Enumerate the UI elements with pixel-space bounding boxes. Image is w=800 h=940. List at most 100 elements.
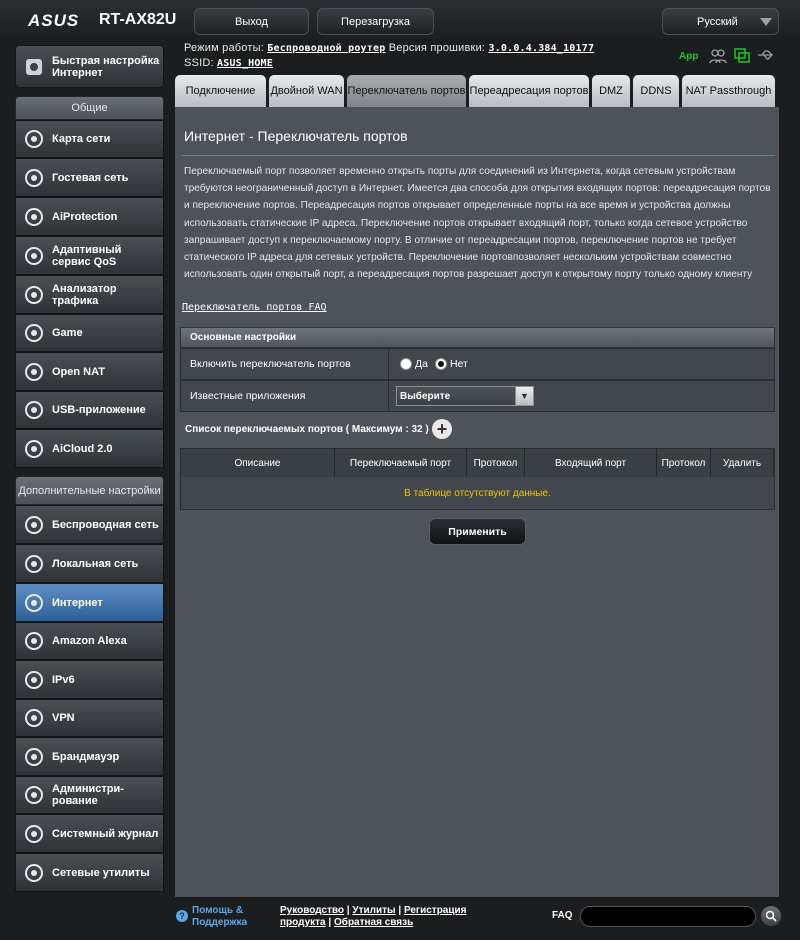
page-title: Интернет - Переключатель портов (184, 128, 408, 144)
manual-link[interactable]: Руководство (280, 905, 344, 916)
known-apps-value: Выберите (400, 390, 451, 402)
sidebar-item-vpn[interactable]: VPN (15, 699, 164, 737)
add-rule-button[interactable]: + (432, 419, 452, 439)
sidebar-item-label: Системный журнал (52, 827, 159, 840)
tab-0[interactable]: Подключение (175, 75, 266, 107)
column-header: Описание (181, 449, 335, 477)
search-button[interactable] (761, 906, 781, 926)
sidebar-item-label: VPN (52, 712, 75, 724)
firewall-icon (21, 744, 47, 770)
sidebar-item-traffic-analyzer[interactable]: Анализатор трафика (15, 275, 164, 314)
op-mode-label: Режим работы: (184, 42, 264, 54)
sidebar-item-ipv6[interactable]: IPv6 (15, 660, 164, 699)
usb-icon (21, 397, 47, 423)
quick-setup-button[interactable]: Быстрая настройка Интернет (15, 45, 164, 88)
sidebar-item-lan[interactable]: Локальная сеть (15, 544, 164, 583)
sidebar-item-wireless[interactable]: Беспроводная сеть (15, 505, 164, 544)
radio-no-label: Нет (449, 358, 468, 370)
sidebar-item-cloud[interactable]: AiCloud 2.0 (15, 429, 164, 468)
logout-button[interactable]: Выход (194, 8, 309, 35)
usb-status-icon[interactable] (757, 49, 775, 61)
basic-settings-header: Основные настройки (180, 327, 775, 348)
lan-icon (21, 551, 47, 577)
quick-setup-icon (21, 54, 47, 80)
reboot-button[interactable]: Перезагрузка (317, 8, 434, 35)
sidebar-item-qos[interactable]: Адаптивный сервис QoS (15, 236, 164, 275)
aiprotection-icon (21, 204, 47, 230)
apply-button[interactable]: Применить (429, 518, 526, 545)
page-description: Переключаемый порт позволяет временно от… (184, 166, 771, 281)
language-value: Русский (697, 15, 738, 28)
ssid-line: SSID: ASUS_HOME (184, 57, 273, 69)
radio-yes-label: Да (415, 358, 428, 370)
ssid-link[interactable]: ASUS_HOME (217, 58, 273, 69)
help-icon: ? (176, 910, 188, 922)
ssid-label: SSID: (184, 57, 214, 69)
sidebar-item-gamepad[interactable]: Game (15, 314, 164, 352)
faq-search-input[interactable] (580, 906, 756, 927)
known-apps-select[interactable]: Выберите ▼ (396, 386, 534, 406)
column-header: Входящий порт (525, 449, 657, 477)
tab-6[interactable]: NAT Passthrough (682, 75, 775, 107)
faq-link[interactable]: Переключатель портов FAQ (182, 302, 327, 313)
sidebar-item-network-map[interactable]: Карта сети (15, 120, 164, 158)
trigger-list-label: Список переключаемых портов ( Максимум :… (185, 424, 429, 435)
sidebar-item-label: Администри-рование (52, 783, 124, 807)
app-link[interactable]: App (679, 51, 698, 62)
tab-4[interactable]: DMZ (592, 75, 630, 107)
sidebar-item-label: AiCloud 2.0 (52, 442, 113, 455)
syslog-icon (21, 821, 47, 847)
sidebar-item-aiprotection[interactable]: AiProtection (15, 197, 164, 236)
sidebar-item-gear[interactable]: Сетевые утилиты (15, 853, 164, 892)
table-header: Описание Переключаемый порт Протокол Входящ… (181, 449, 774, 477)
gear-icon (21, 860, 47, 886)
chevron-down-icon (760, 18, 772, 26)
sidebar-item-label: Интернет (52, 596, 103, 609)
network-map-icon (21, 126, 47, 152)
footer-links: Руководство | Утилиты | Регистрация прод… (280, 905, 467, 928)
column-header: Переключаемый порт (335, 449, 467, 477)
sidebar-item-open-nat[interactable]: Open NAT (15, 352, 164, 391)
firmware-link[interactable]: 3.0.0.4.384_10177 (488, 43, 594, 54)
search-icon (765, 910, 777, 922)
known-apps-label: Известные приложения (181, 381, 389, 411)
open-nat-icon (21, 359, 47, 385)
sidebar-item-guest-network[interactable]: Гостевая сеть (15, 158, 164, 197)
clients-icon[interactable] (709, 48, 727, 64)
tab-1[interactable]: Двойной WAN (269, 75, 344, 107)
sidebar-item-syslog[interactable]: Системный журнал (15, 814, 164, 853)
utilities-link[interactable]: Утилиты (352, 905, 395, 916)
tab-5[interactable]: DDNS (633, 75, 679, 107)
alexa-icon (21, 628, 47, 654)
radio-no[interactable] (434, 358, 447, 370)
tab-3[interactable]: Переадресация портов (469, 75, 589, 107)
radio-yes[interactable] (400, 358, 412, 370)
qos-icon (21, 243, 47, 269)
admin-icon (21, 782, 47, 808)
sidebar-item-label: USB-приложение (52, 404, 146, 416)
internet-status-icon[interactable] (733, 47, 751, 64)
tab-2[interactable]: Переключатель портов (347, 75, 466, 107)
guest-network-icon (21, 165, 47, 191)
help-support-link[interactable]: Помощь & Поддержка (192, 905, 262, 929)
ipv6-icon (21, 667, 47, 693)
op-mode-link[interactable]: Беспроводной роутер (267, 43, 385, 54)
sidebar-item-admin[interactable]: Администри-рование (15, 776, 164, 814)
sidebar-item-label: Game (52, 327, 83, 339)
sidebar-item-label: Amazon Alexa (52, 635, 127, 647)
sidebar-item-label: Анализатор трафика (52, 282, 117, 307)
sidebar-item-alexa[interactable]: Amazon Alexa (15, 622, 164, 660)
feedback-link[interactable]: Обратная связь (334, 917, 413, 928)
empty-table-message: В таблице отсутствуют данные. (181, 477, 774, 509)
vpn-icon (21, 705, 47, 731)
advanced-section-header: Дополнительные настройки (15, 476, 164, 505)
sidebar-item-label: Беспроводная сеть (52, 518, 159, 531)
column-header: Удалить (711, 449, 774, 477)
sidebar-item-usb[interactable]: USB-приложение (15, 391, 164, 429)
enable-label: Включить переключатель портов (181, 349, 389, 379)
sidebar-item-globe[interactable]: Интернет (15, 583, 164, 622)
column-header: Протокол (467, 449, 525, 477)
sidebar-item-firewall[interactable]: Брандмауэр (15, 737, 164, 776)
language-select[interactable]: Русский (662, 8, 779, 35)
sidebar-item-label: Сетевые утилиты (52, 866, 150, 879)
